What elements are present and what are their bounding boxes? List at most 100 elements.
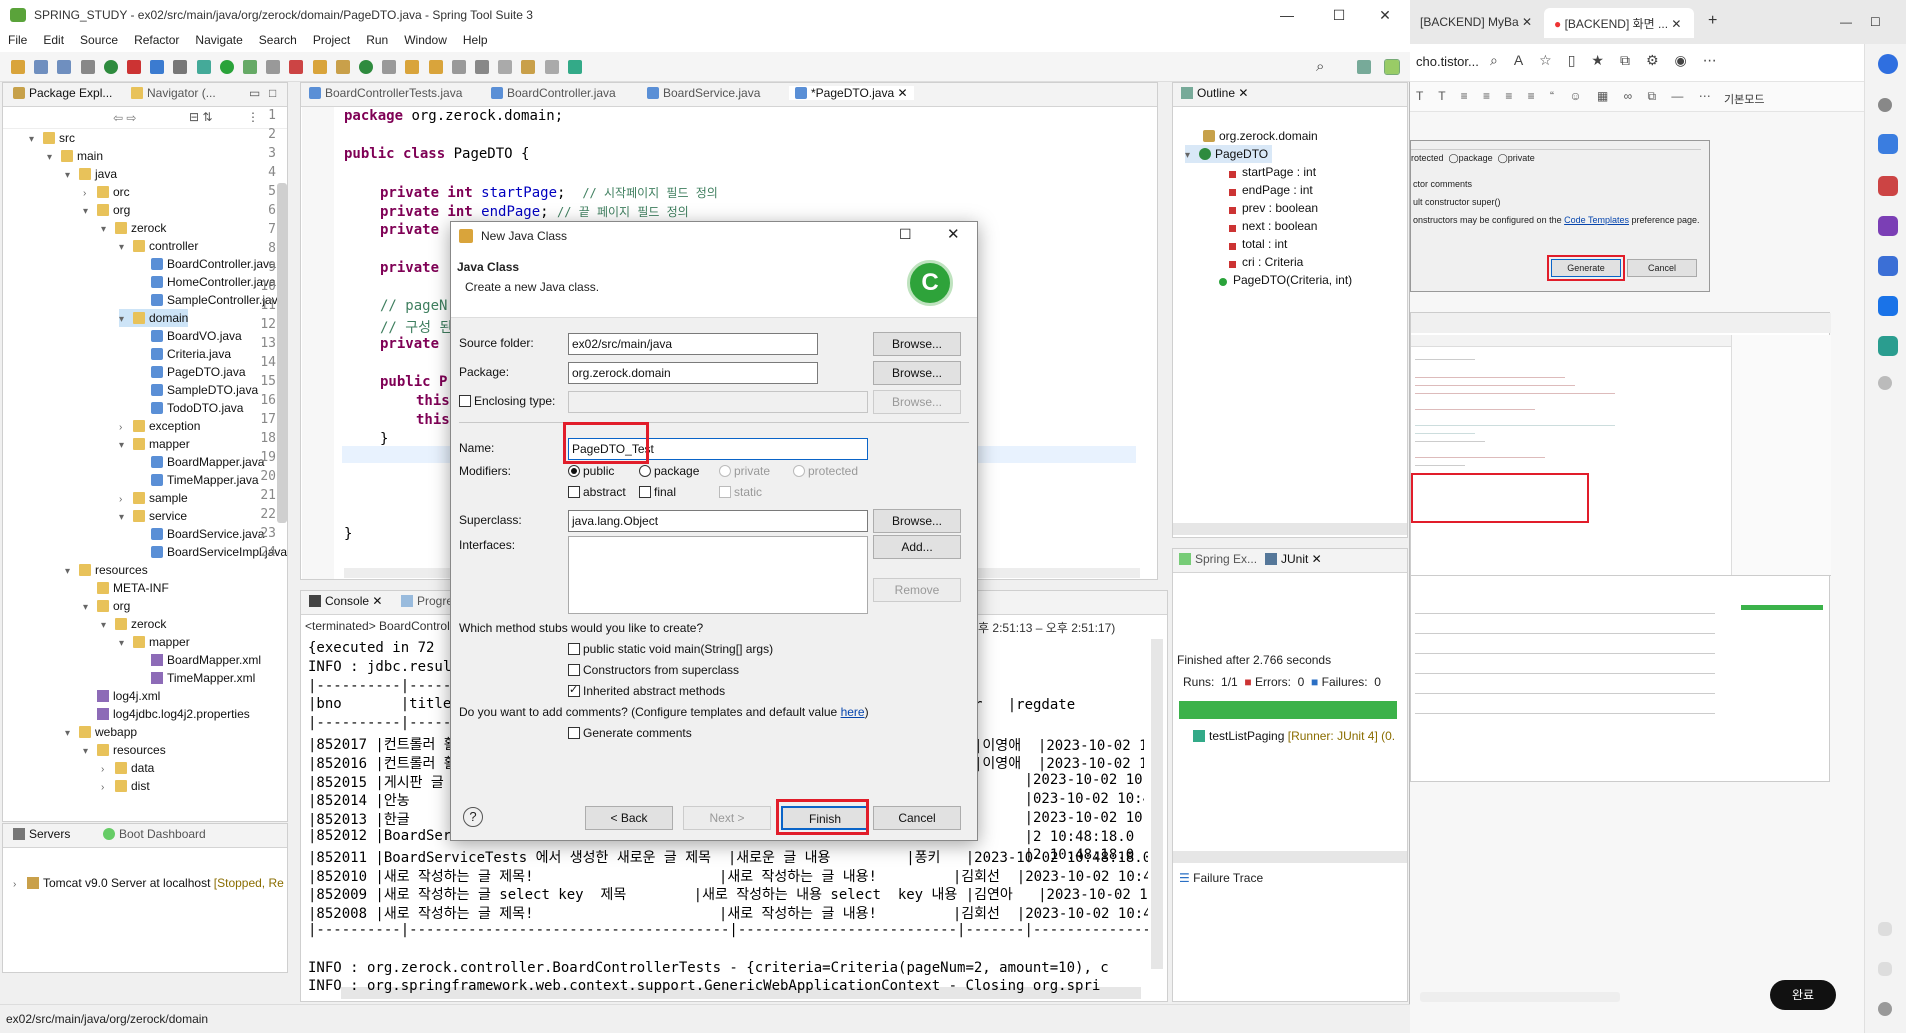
tree-item[interactable]: ▾ zerock: [101, 219, 166, 237]
code-line-18[interactable]: }: [380, 431, 388, 447]
tab-pagedto[interactable]: *PageDTO.java ✕: [789, 86, 914, 100]
tree-item[interactable]: › data: [101, 759, 154, 777]
stop-icon[interactable]: [127, 60, 142, 74]
browser-maximize-icon[interactable]: ☐: [1860, 8, 1891, 38]
menu-run[interactable]: Run: [358, 30, 396, 47]
sidebar-layout-icon[interactable]: [1878, 922, 1892, 936]
tree-item[interactable]: BoardMapper.xml: [151, 651, 261, 669]
settings-icon[interactable]: [1878, 1002, 1892, 1016]
editor-mode[interactable]: 기본모드: [1724, 91, 1764, 107]
new-tab-icon[interactable]: +: [1698, 8, 1727, 38]
tab-navigator[interactable]: Navigator (...: [131, 86, 216, 100]
outline-field[interactable]: next : boolean: [1229, 217, 1317, 235]
outline-package[interactable]: org.zerock.domain: [1203, 127, 1318, 145]
save-all-icon[interactable]: [57, 60, 72, 74]
console-vscrollbar[interactable]: [1151, 639, 1163, 969]
coverage-icon[interactable]: [173, 60, 188, 74]
address-text[interactable]: cho.tistor...: [1416, 54, 1479, 69]
interfaces-list[interactable]: [568, 536, 868, 614]
tree-item[interactable]: ▾ main: [47, 147, 103, 165]
tree-item[interactable]: Criteria.java: [151, 345, 231, 363]
tree-item[interactable]: ▾ webapp: [65, 723, 137, 741]
tree-item[interactable]: META-INF: [97, 579, 169, 597]
tree-item[interactable]: SampleDTO.java: [151, 381, 258, 399]
browse-superclass-button[interactable]: Browse...: [873, 509, 961, 533]
maximize-icon[interactable]: ☐: [1324, 4, 1354, 26]
tab-boot-dashboard[interactable]: Boot Dashboard: [103, 827, 206, 841]
tree-item[interactable]: ▾ zerock: [101, 615, 166, 633]
menu-help[interactable]: Help: [455, 30, 496, 47]
tree-item[interactable]: TodoDTO.java: [151, 399, 243, 417]
tree-item[interactable]: ▾ mapper: [119, 633, 190, 651]
stub-main-checkbox[interactable]: public static void main(String[] args): [568, 642, 773, 656]
browser-tab-2[interactable]: ● [BACKEND] 화면 ... ✕: [1544, 8, 1694, 38]
tree-item[interactable]: ▾ src: [29, 129, 75, 147]
tree-item[interactable]: BoardService.java: [151, 525, 264, 543]
code-line-11[interactable]: // pageN: [380, 298, 447, 314]
prev-annotation-icon[interactable]: [498, 60, 513, 74]
stub-inherited-checkbox[interactable]: Inherited abstract methods: [568, 683, 725, 698]
terminate-icon[interactable]: [289, 60, 304, 74]
browse-enclosing-button[interactable]: Browse...: [873, 390, 961, 414]
browser-toolbar-icons[interactable]: ⌕A☆▯★⧉⚙◉⋯: [1490, 52, 1733, 69]
browser-minimize-icon[interactable]: —: [1830, 8, 1862, 38]
outlook-icon[interactable]: [1878, 296, 1898, 316]
tab-console[interactable]: Console ✕: [309, 594, 382, 608]
tree-item[interactable]: BoardMapper.java: [151, 453, 264, 471]
outline-field[interactable]: cri : Criteria: [1229, 253, 1303, 271]
tree-item[interactable]: TimeMapper.xml: [151, 669, 255, 687]
menu-window[interactable]: Window: [396, 30, 455, 47]
tree-item[interactable]: ▾ org: [83, 201, 130, 219]
copilot-icon[interactable]: [1878, 54, 1898, 74]
code-line-5[interactable]: private int startPage; // 시작페이지 필드 정의: [380, 184, 718, 201]
close-icon[interactable]: ✕: [1370, 4, 1400, 26]
search-icon[interactable]: ⌕: [1316, 58, 1324, 75]
browse-source-folder-button[interactable]: Browse...: [873, 332, 961, 356]
tree-item[interactable]: BoardVO.java: [151, 327, 242, 345]
code-line-9[interactable]: private: [380, 260, 439, 276]
tree-item[interactable]: › dist: [101, 777, 150, 795]
run-last-icon[interactable]: [243, 60, 258, 74]
debug-icon[interactable]: [196, 60, 211, 74]
format-icons[interactable]: T T ≡ ≡ ≡ ≡ “ ☺ ▦ ∞ ⧉ — ⋯: [1416, 89, 1717, 104]
save-icon[interactable]: [34, 60, 49, 74]
package-input[interactable]: org.zerock.domain: [568, 362, 818, 384]
run-icon[interactable]: [219, 60, 234, 74]
code-line-13[interactable]: private: [380, 336, 439, 352]
tree-item[interactable]: TimeMapper.java: [151, 471, 259, 489]
tab-boardservice[interactable]: BoardService.java: [647, 86, 760, 100]
spring-perspective-icon[interactable]: [1384, 59, 1400, 75]
annotation-icon[interactable]: [451, 60, 466, 74]
done-button[interactable]: 완료: [1770, 980, 1836, 1010]
outline-constructor[interactable]: PageDTO(Criteria, int): [1219, 271, 1352, 289]
tab-boardcontroller[interactable]: BoardController.java: [491, 86, 616, 100]
tree-item[interactable]: › orc: [83, 183, 130, 201]
modifier-public-radio[interactable]: public: [568, 464, 614, 478]
shopping-icon[interactable]: [1878, 134, 1898, 154]
back-button[interactable]: < Back: [585, 806, 673, 830]
junit-test-item[interactable]: testListPaging [Runner: JUnit 4] (0.: [1193, 727, 1395, 745]
browse-package-button[interactable]: Browse...: [873, 361, 961, 385]
forward-icon[interactable]: [544, 60, 559, 74]
collapse-all-icon[interactable]: ⊟ ⇅: [189, 110, 212, 124]
back-icon[interactable]: [521, 60, 536, 74]
maximize-panel-icon[interactable]: □: [269, 86, 276, 100]
outline-field[interactable]: startPage : int: [1229, 163, 1316, 181]
minimize-panel-icon[interactable]: ▭: [249, 86, 260, 100]
explorer-scrollbar[interactable]: [277, 183, 287, 523]
remove-interface-button[interactable]: Remove: [873, 578, 961, 602]
tab-junit[interactable]: JUnit ✕: [1265, 552, 1322, 566]
outline-hscrollbar[interactable]: [1173, 523, 1407, 535]
code-line-17[interactable]: this: [416, 412, 450, 428]
menu-project[interactable]: Project: [305, 30, 358, 47]
tree-item[interactable]: ▾ resources: [83, 741, 166, 759]
office-icon[interactable]: [1878, 256, 1898, 276]
tree-item[interactable]: ▾ mapper: [119, 435, 190, 453]
open-perspective-icon[interactable]: [1357, 60, 1371, 74]
menu-file[interactable]: File: [0, 30, 35, 47]
external-tools-icon[interactable]: [266, 60, 281, 74]
code-line-1[interactable]: package org.zerock.domain;: [344, 108, 563, 124]
code-line-7[interactable]: private: [380, 222, 439, 238]
tree-item[interactable]: log4j.xml: [97, 687, 160, 705]
code-line-12[interactable]: // 구성 된: [380, 317, 452, 337]
